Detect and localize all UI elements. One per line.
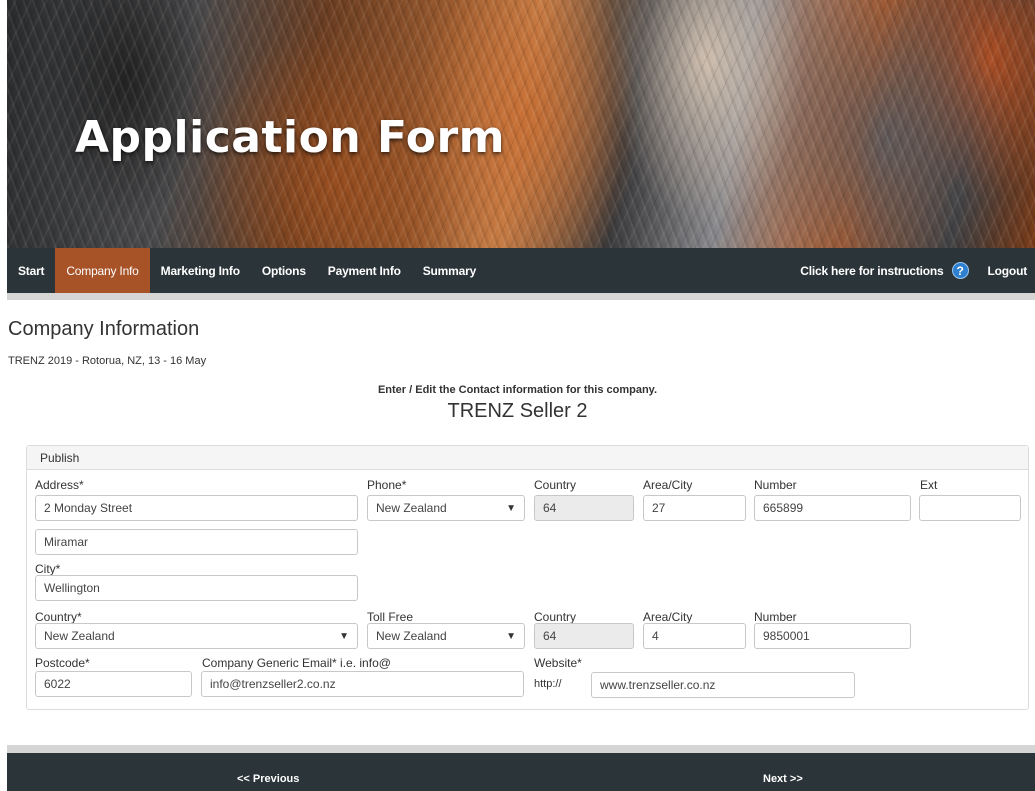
- country-select-value: New Zealand: [44, 629, 115, 643]
- postcode-label: Postcode*: [35, 656, 90, 670]
- company-name: TRENZ Seller 2: [447, 400, 588, 422]
- tollfree-area-input[interactable]: 4: [643, 623, 746, 649]
- phone-ext-label: Ext: [920, 478, 938, 492]
- phone-country-code-label: Country: [534, 478, 577, 492]
- address-line2-input[interactable]: Miramar: [35, 529, 358, 555]
- nav-item-payment-info[interactable]: Payment Info: [317, 248, 412, 293]
- publish-panel: Publish Address* 2 Monday Street Miramar…: [26, 445, 1029, 710]
- email-label: Company Generic Email* i.e. info@: [202, 656, 391, 670]
- nav-item-start[interactable]: Start: [7, 248, 55, 293]
- instructions-link[interactable]: Click here for instructions ?: [789, 248, 979, 293]
- chevron-down-icon: ▼: [339, 630, 349, 642]
- event-subtitle: TRENZ 2019 - Rotorua, NZ, 13 - 16 May: [8, 355, 207, 367]
- tollfree-area-label: Area/City: [643, 610, 693, 624]
- chevron-down-icon: ▼: [506, 502, 516, 514]
- help-icon: ?: [951, 262, 969, 279]
- instructions-label: Click here for instructions: [800, 263, 944, 278]
- previous-button[interactable]: << Previous: [237, 773, 299, 785]
- city-input[interactable]: Wellington: [35, 575, 358, 601]
- nav-item-options[interactable]: Options: [251, 248, 317, 293]
- page-title: Company Information: [8, 318, 200, 340]
- tollfree-country-value: New Zealand: [376, 629, 447, 643]
- nav-item-marketing-info[interactable]: Marketing Info: [150, 248, 251, 293]
- tollfree-country-code: 64: [534, 623, 634, 649]
- website-prefix: http://: [534, 678, 562, 690]
- country-label: Country*: [35, 610, 82, 624]
- postcode-input[interactable]: 6022: [35, 671, 192, 697]
- website-label: Website*: [534, 656, 582, 670]
- address-line1-input[interactable]: 2 Monday Street: [35, 495, 358, 521]
- logout-link[interactable]: Logout: [980, 248, 1035, 293]
- phone-area-input[interactable]: 27: [643, 495, 746, 521]
- website-input[interactable]: www.trenzseller.co.nz: [591, 672, 855, 698]
- chevron-down-icon: ▼: [506, 630, 516, 642]
- phone-country-value: New Zealand: [376, 501, 447, 515]
- tollfree-label: Toll Free: [367, 610, 414, 624]
- tollfree-country-select[interactable]: New Zealand ▼: [367, 623, 525, 649]
- phone-number-input[interactable]: 665899: [754, 495, 911, 521]
- banner-title: Application Form: [75, 112, 506, 163]
- email-input[interactable]: info@trenzseller2.co.nz: [201, 671, 524, 697]
- main-nav: Start Company Info Marketing Info Option…: [7, 248, 1035, 300]
- panel-heading: Publish: [27, 446, 1028, 470]
- city-label: City*: [35, 562, 61, 576]
- phone-number-label: Number: [754, 478, 797, 492]
- tollfree-number-input[interactable]: 9850001: [754, 623, 911, 649]
- nav-item-company-info[interactable]: Company Info: [55, 248, 150, 293]
- footer-bar: << Previous Next >>: [7, 745, 1035, 791]
- phone-label: Phone*: [367, 478, 407, 492]
- nav-item-summary[interactable]: Summary: [412, 248, 487, 293]
- phone-ext-input[interactable]: [919, 495, 1021, 521]
- phone-country-select[interactable]: New Zealand ▼: [367, 495, 525, 521]
- next-button[interactable]: Next >>: [763, 773, 803, 785]
- tollfree-country-code-label: Country: [534, 610, 577, 624]
- country-select[interactable]: New Zealand ▼: [35, 623, 358, 649]
- phone-country-code: 64: [534, 495, 634, 521]
- header-banner: Application Form: [7, 0, 1035, 248]
- form-instructions: Enter / Edit the Contact information for…: [377, 384, 658, 396]
- address-label: Address*: [35, 478, 84, 492]
- phone-area-label: Area/City: [643, 478, 693, 492]
- tollfree-number-label: Number: [754, 610, 797, 624]
